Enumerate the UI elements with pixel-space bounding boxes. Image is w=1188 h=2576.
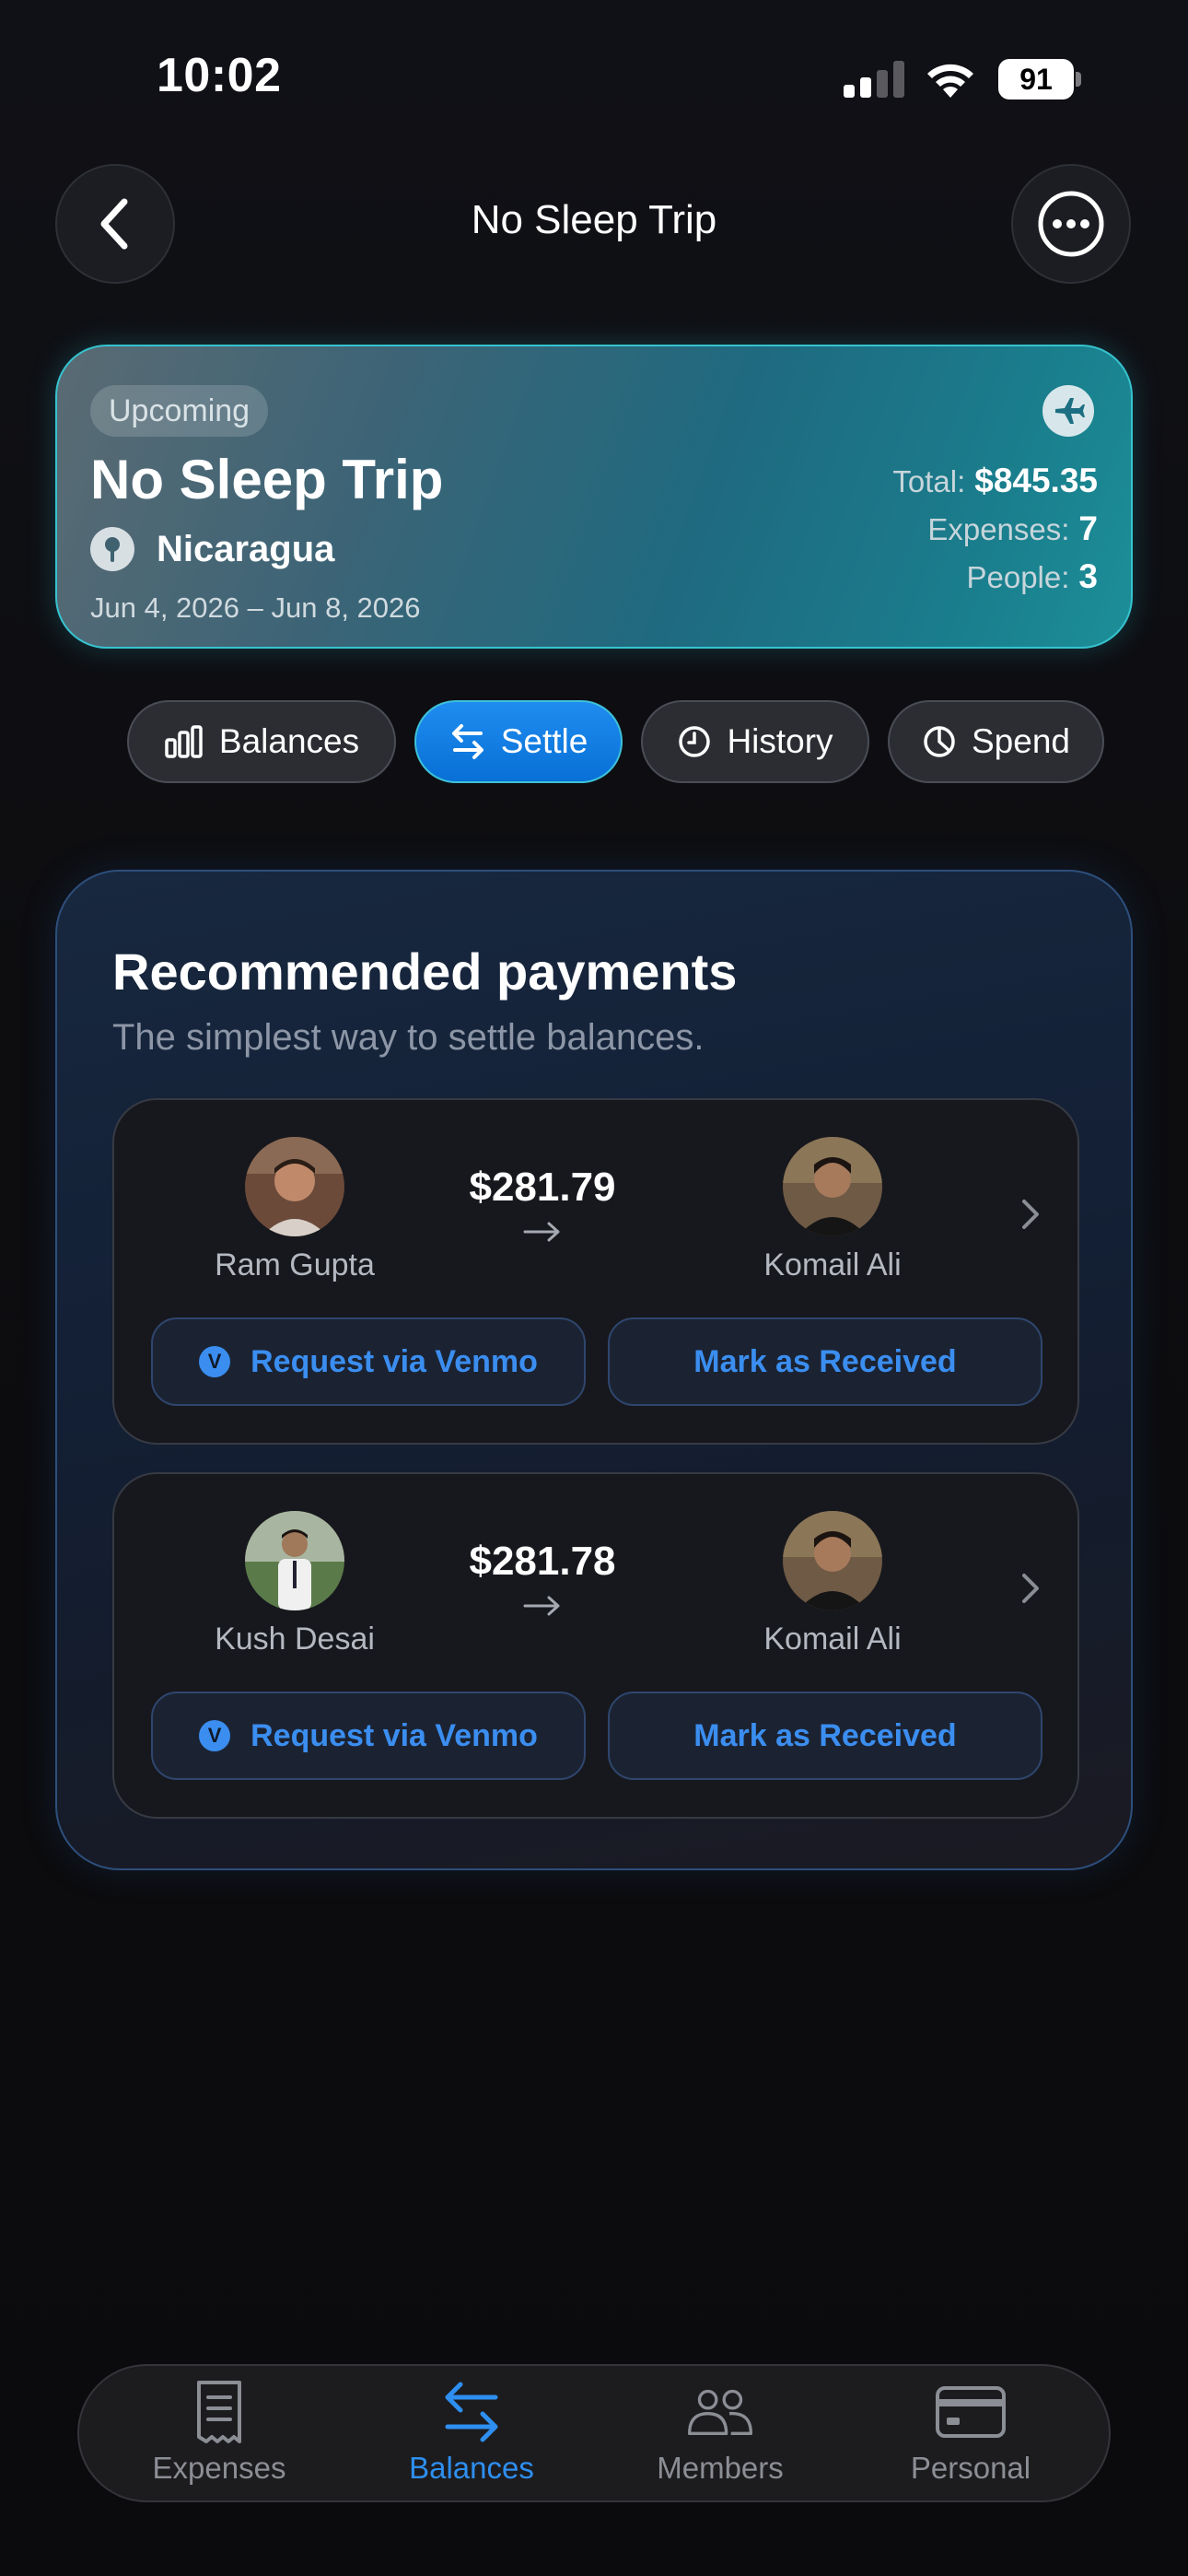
trip-title: No Sleep Trip (90, 449, 444, 510)
payer-name: Ram Gupta (215, 1247, 375, 1282)
payment-amount: $281.79 (469, 1165, 616, 1210)
payer-name: Kush Desai (215, 1622, 375, 1657)
stat-people: People: 3 (966, 557, 1098, 595)
venmo-icon: V (199, 1346, 231, 1377)
trip-stats: Total: $845.35 Expenses: 7 People: 3 (892, 457, 1098, 601)
page-title: No Sleep Trip (471, 197, 717, 242)
avatar (245, 1137, 344, 1236)
chevron-right-icon[interactable] (1017, 1570, 1044, 1607)
wifi-icon (923, 57, 978, 100)
tab-label: History (727, 722, 833, 760)
tab-label: Settle (500, 722, 588, 760)
stat-total: Total: $845.35 (892, 462, 1098, 499)
tab-balances[interactable]: Balances (127, 700, 396, 783)
stat-expenses: Expenses: 7 (927, 509, 1098, 547)
location-pin-icon (90, 527, 134, 571)
trip-summary-card[interactable]: Upcoming No Sleep Trip Nicaragua Jun 4, … (55, 345, 1133, 649)
tab-personal[interactable]: Personal (869, 2375, 1072, 2495)
bottom-tab-bar: Expenses Balances Members Personal (77, 2364, 1111, 2502)
button-label: Request via Venmo (250, 1343, 538, 1379)
card-icon (934, 2375, 1007, 2449)
mark-received-button[interactable]: Mark as Received (608, 1692, 1042, 1780)
tab-balances-nav[interactable]: Balances (370, 2375, 573, 2495)
payment-amount: $281.78 (469, 1539, 616, 1584)
recommended-payments-panel: Recommended payments The simplest way to… (55, 870, 1133, 1870)
tab-spend[interactable]: Spend (888, 700, 1104, 783)
avatar (245, 1511, 344, 1610)
arrows-exchange-icon (451, 724, 483, 759)
arrow-right-icon (523, 1222, 560, 1242)
cellular-signal-icon (844, 61, 904, 98)
ellipsis-circle-icon (1038, 191, 1104, 257)
request-venmo-button[interactable]: V Request via Venmo (151, 1317, 586, 1406)
tab-history[interactable]: History (641, 700, 869, 783)
venmo-icon: V (199, 1720, 231, 1751)
status-badge: Upcoming (90, 385, 269, 437)
people-icon (683, 2375, 757, 2449)
tab-expenses[interactable]: Expenses (118, 2375, 320, 2495)
arrows-exchange-icon (435, 2375, 508, 2449)
battery-icon: 91 (998, 59, 1081, 100)
trip-location-label: Nicaragua (157, 528, 335, 569)
receipt-icon (182, 2375, 256, 2449)
button-label: Mark as Received (693, 1343, 957, 1379)
avatar (783, 1511, 882, 1610)
battery-level: 91 (998, 59, 1074, 100)
airplane-icon (1042, 385, 1094, 437)
chevron-right-icon[interactable] (1017, 1196, 1044, 1233)
payment-card[interactable]: Kush Desai $281.78 Komail Ali V Request … (112, 1472, 1079, 1819)
avatar (783, 1137, 882, 1236)
status-time: 10:02 (157, 49, 282, 102)
status-bar: 10:02 91 (0, 0, 1188, 157)
panel-subtitle: The simplest way to settle balances. (112, 1017, 705, 1058)
payee-name: Komail Ali (763, 1622, 902, 1657)
trip-location: Nicaragua (90, 527, 334, 571)
tab-members[interactable]: Members (619, 2375, 821, 2495)
trip-dates: Jun 4, 2026 – Jun 8, 2026 (90, 591, 421, 624)
bar-chart-icon (165, 725, 203, 758)
panel-title: Recommended payments (112, 943, 738, 1001)
tab-settle[interactable]: Settle (414, 700, 623, 783)
tab-label: Spend (972, 722, 1070, 760)
clock-icon (679, 726, 711, 757)
pie-chart-icon (924, 726, 955, 757)
arrow-right-icon (523, 1596, 560, 1616)
payee-name: Komail Ali (763, 1247, 902, 1282)
button-label: Mark as Received (693, 1717, 957, 1753)
more-options-button[interactable] (1011, 164, 1131, 284)
tab-label: Balances (218, 722, 360, 760)
request-venmo-button[interactable]: V Request via Venmo (151, 1692, 586, 1780)
button-label: Request via Venmo (250, 1717, 538, 1753)
mark-received-button[interactable]: Mark as Received (608, 1317, 1042, 1406)
payment-card[interactable]: Ram Gupta $281.79 Komail Ali V Request v… (112, 1098, 1079, 1445)
